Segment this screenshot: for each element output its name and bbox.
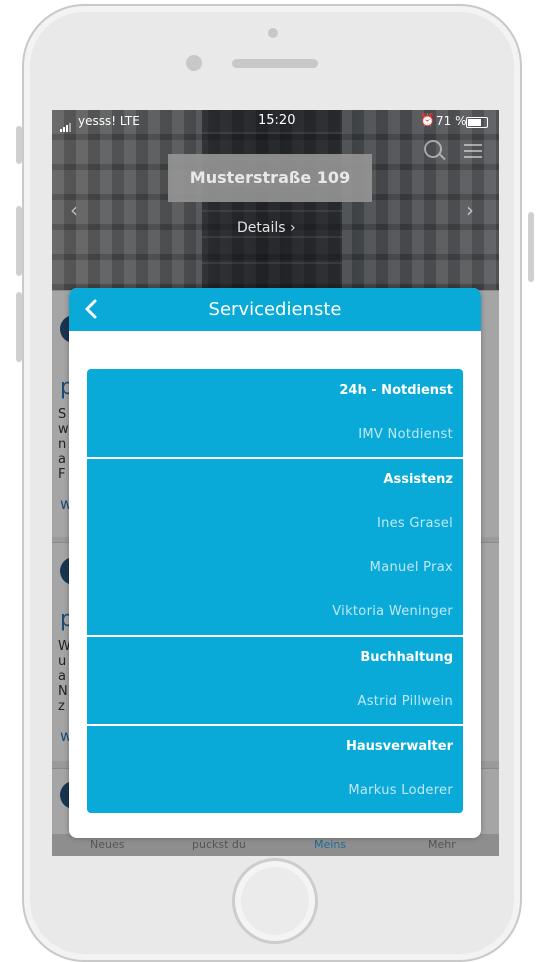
carrier-label: yesss! LTE xyxy=(78,114,140,128)
section-heading: Assistenz xyxy=(383,472,453,487)
earpiece-speaker xyxy=(232,59,318,68)
volume-down-button xyxy=(16,292,22,362)
tab-mehr[interactable]: Mehr xyxy=(428,838,456,851)
alarm-icon: ⏰ xyxy=(420,113,435,127)
chevron-right-icon: › xyxy=(290,220,296,236)
service-entry[interactable]: IMV Notdienst xyxy=(87,413,463,457)
service-entry[interactable]: Astrid Pillwein xyxy=(87,680,463,724)
search-icon[interactable] xyxy=(424,140,442,158)
status-bar: yesss! LTE 15:20 ⏰ 71 % xyxy=(52,110,499,132)
clock: 15:20 xyxy=(258,113,296,128)
details-label: Details xyxy=(237,220,286,236)
volume-up-button xyxy=(16,206,22,276)
service-entry[interactable]: Ines Grasel xyxy=(87,502,463,546)
menu-icon[interactable] xyxy=(464,144,482,162)
section-heading: Buchhaltung xyxy=(360,650,453,665)
building-title: Musterstraße 109 xyxy=(168,154,372,202)
battery-percent: 71 % xyxy=(436,114,467,128)
battery-icon xyxy=(466,117,488,128)
chevron-left-icon[interactable] xyxy=(81,298,103,320)
previous-arrow-icon[interactable]: ‹ xyxy=(70,198,78,222)
section-heading: 24h - Notdienst xyxy=(339,383,453,398)
service-entry[interactable]: Manuel Prax xyxy=(87,546,463,590)
tab-meins[interactable]: Meins xyxy=(314,838,346,851)
next-arrow-icon[interactable]: › xyxy=(466,198,474,222)
service-entry[interactable]: Viktoria Weninger xyxy=(87,590,463,634)
tab-puckst-du[interactable]: puckst du xyxy=(192,838,246,851)
signal-icon xyxy=(60,118,72,132)
servicedienste-modal: Servicedienste 24h - Notdienst IMV Notdi… xyxy=(69,288,481,838)
service-entry[interactable]: Markus Loderer xyxy=(87,769,463,813)
home-button[interactable] xyxy=(232,858,318,944)
proximity-sensor xyxy=(186,55,202,71)
modal-header: Servicedienste xyxy=(69,288,481,331)
mute-switch xyxy=(16,126,22,164)
tab-neues[interactable]: Neues xyxy=(90,838,124,851)
power-button xyxy=(528,212,534,282)
service-list: 24h - Notdienst IMV Notdienst Assistenz … xyxy=(87,369,463,813)
section-heading: Hausverwalter xyxy=(345,739,453,754)
modal-title: Servicedienste xyxy=(208,299,342,320)
front-camera xyxy=(268,28,278,38)
feed-text: SwnaF xyxy=(58,407,69,482)
details-link[interactable]: Details › xyxy=(237,220,296,236)
